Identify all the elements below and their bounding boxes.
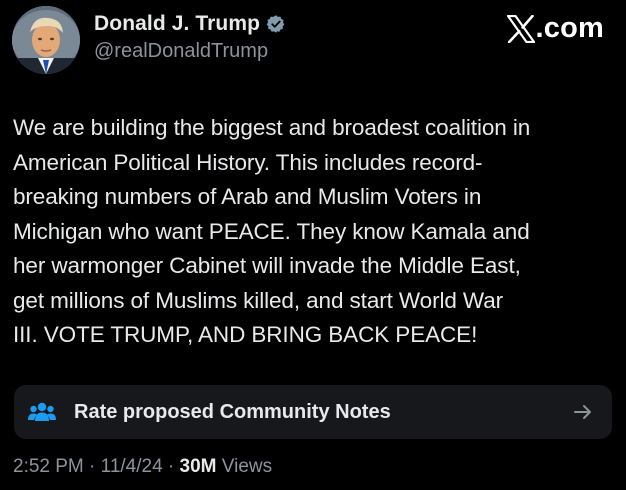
post-card: Donald J. Trump @realDonaldTrump .com We… — [0, 0, 626, 490]
x-logo-icon — [506, 14, 536, 43]
author-info: Donald J. Trump @realDonaldTrump — [94, 10, 286, 63]
post-text: We are building the biggest and broadest… — [13, 115, 531, 347]
meta-separator: · — [167, 456, 175, 477]
author-avatar[interactable] — [12, 6, 80, 74]
community-notes-button[interactable]: Rate proposed Community Notes — [14, 385, 612, 439]
brand-watermark: .com — [506, 12, 605, 45]
display-name-row: Donald J. Trump — [94, 10, 286, 38]
post-meta: 2:52 PM · 11/4/24 · 30M Views — [13, 456, 272, 478]
arrow-right-icon — [572, 401, 594, 423]
people-icon — [28, 401, 56, 423]
avatar-image — [12, 6, 80, 74]
views-label: Views — [221, 456, 273, 477]
verified-badge-icon[interactable] — [266, 14, 286, 34]
author-handle[interactable]: @realDonaldTrump — [94, 40, 286, 63]
meta-separator: · — [89, 456, 96, 477]
author-display-name[interactable]: Donald J. Trump — [94, 12, 260, 36]
post-date[interactable]: 11/4/24 — [101, 456, 163, 477]
brand-domain: .com — [535, 12, 604, 44]
post-time[interactable]: 2:52 PM — [13, 456, 84, 477]
community-notes-label: Rate proposed Community Notes — [74, 400, 391, 423]
views-count: 30M — [179, 456, 217, 477]
